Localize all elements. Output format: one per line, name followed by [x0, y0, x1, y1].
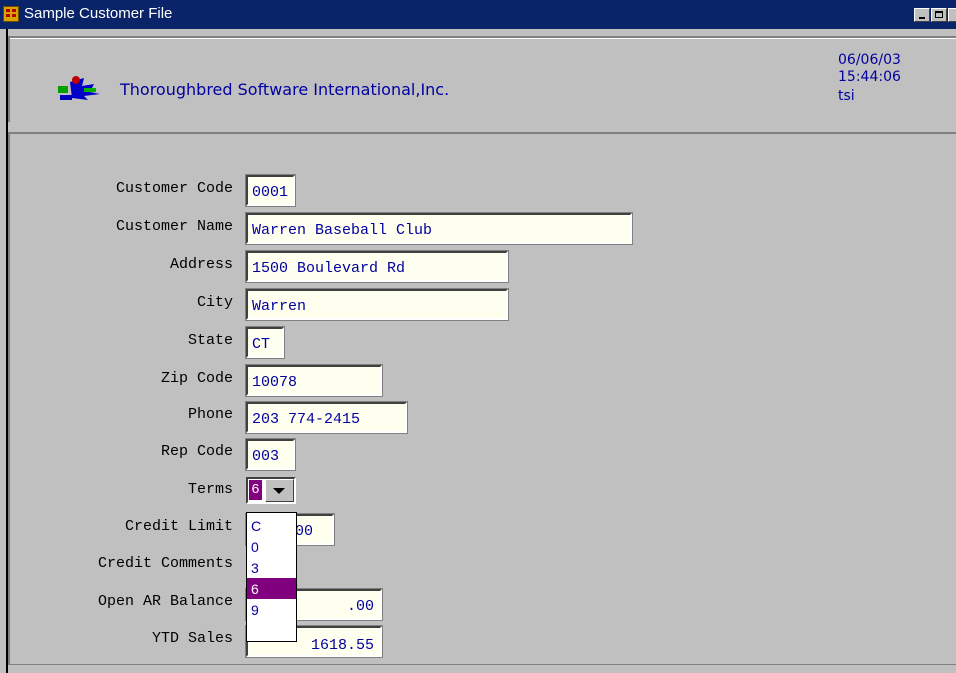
header-date: 06/06/03: [838, 52, 901, 68]
ytd-sales-label: YTD Sales: [151, 630, 233, 647]
terms-selected-value[interactable]: 6: [249, 480, 262, 500]
state-label: State: [187, 332, 233, 349]
window-title: Sample Customer File: [24, 5, 173, 22]
form-bottom-border: [8, 664, 956, 665]
close-icon[interactable]: [948, 8, 956, 22]
city-label: City: [196, 294, 233, 311]
company-logo: [58, 76, 100, 100]
terms-option-0[interactable]: 0: [247, 536, 296, 557]
terms-option-3[interactable]: 3: [247, 557, 296, 578]
maximize-icon[interactable]: [931, 8, 947, 22]
customer-name-field[interactable]: Warren Baseball Club: [246, 213, 632, 244]
address-label: Address: [169, 256, 233, 273]
address-field[interactable]: 1500 Boulevard Rd: [246, 251, 508, 282]
rep-code-field[interactable]: 003: [246, 439, 295, 470]
header-user: tsi: [838, 88, 855, 104]
terms-label: Terms: [187, 481, 233, 498]
zip-code-field[interactable]: 10078: [246, 365, 382, 396]
credit-limit-label: Credit Limit: [124, 518, 233, 535]
company-name: Thoroughbred Software International,Inc.: [120, 80, 450, 99]
terms-dropdown-list[interactable]: C 0 3 6 9: [246, 512, 297, 642]
state-field[interactable]: CT: [246, 327, 284, 358]
customer-code-field[interactable]: 0001: [246, 175, 295, 206]
zip-code-label: Zip Code: [160, 370, 233, 387]
header-time: 15:44:06: [838, 69, 901, 85]
customer-code-label: Customer Code: [115, 180, 233, 197]
customer-name-label: Customer Name: [115, 218, 233, 235]
open-ar-balance-label: Open AR Balance: [97, 593, 233, 610]
form-panel: [8, 132, 956, 665]
phone-field[interactable]: 203 774-2415: [246, 402, 407, 433]
credit-comments-label: Credit Comments: [97, 555, 233, 572]
header-panel: [8, 36, 956, 122]
window-title-bar[interactable]: Sample Customer File: [0, 0, 956, 29]
phone-label: Phone: [187, 406, 233, 423]
dropdown-arrow-icon[interactable]: [265, 479, 294, 502]
terms-option-c[interactable]: C: [247, 515, 296, 536]
minimize-icon[interactable]: [914, 8, 930, 22]
terms-option-6[interactable]: 6: [247, 578, 296, 599]
app-grid-icon[interactable]: [3, 6, 19, 22]
city-field[interactable]: Warren: [246, 289, 508, 320]
rep-code-label: Rep Code: [160, 443, 233, 460]
terms-option-9[interactable]: 9: [247, 599, 296, 620]
window-frame: [0, 29, 5, 673]
